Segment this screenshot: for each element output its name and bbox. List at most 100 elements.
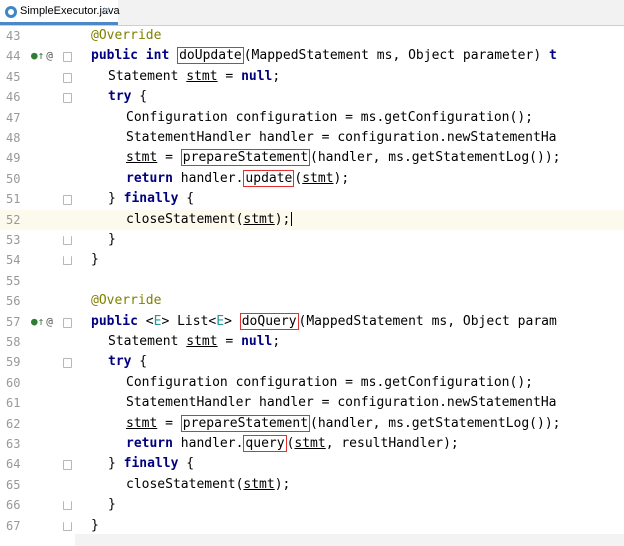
code-line[interactable]: 48 StatementHandler handler = configurati…	[0, 128, 624, 148]
horizontal-scrollbar[interactable]	[75, 534, 624, 546]
keyword: null	[241, 334, 273, 349]
line-number: 57	[6, 314, 21, 329]
code-line[interactable]: 49 stmt = prepareStatement (handler, ms.ge…	[0, 148, 624, 168]
line-number: 62	[6, 416, 21, 431]
code-line[interactable]: 66}	[0, 495, 624, 515]
line-number: 47	[6, 110, 21, 125]
code-line[interactable]: 59 try {	[0, 352, 624, 372]
code-text: @Override	[91, 28, 161, 44]
code-line[interactable]: 60 Configuration configuration = ms.getCo…	[0, 373, 624, 393]
keyword: int	[145, 48, 170, 64]
code-line[interactable]: 53}	[0, 230, 624, 250]
line-number: 46	[6, 90, 21, 105]
code-token: <	[137, 313, 154, 329]
code-token: }	[108, 232, 116, 247]
code-token: > List<	[161, 313, 217, 329]
code-token: stmt	[294, 436, 326, 451]
code-text: }	[91, 518, 99, 534]
keyword: public	[91, 48, 138, 64]
override-method-icon[interactable]: ●↑ @	[31, 49, 53, 63]
fold-marker-icon[interactable]	[63, 195, 72, 206]
fold-marker-icon[interactable]	[63, 72, 72, 83]
text-caret	[291, 212, 293, 227]
code-line[interactable]: 51} finally {	[0, 189, 624, 209]
code-text: public int doUpdate (MappedStatement ms, …	[91, 47, 557, 65]
line-number: 53	[6, 233, 21, 247]
code-line[interactable]: 47 Configuration configuration = ms.getCo…	[0, 108, 624, 128]
fold-marker-icon[interactable]	[63, 460, 72, 471]
code-token: stmt	[243, 211, 275, 227]
tab-simple-executor[interactable]: SimpleExecutor.java ×	[0, 0, 120, 25]
code-token: {	[178, 191, 195, 207]
code-token: Configuration configuration = ms.getConf…	[126, 374, 533, 390]
code-line[interactable]: 61 StatementHandler handler = configurati…	[0, 393, 624, 413]
highlighted-method: prepareStatement	[180, 149, 311, 167]
code-text: StatementHandler handler = configuration…	[126, 130, 556, 146]
code-text: }	[91, 252, 99, 268]
line-number: 67	[6, 518, 21, 533]
code-line[interactable]: 52 closeStatement(stmt);	[0, 209, 624, 230]
line-number: 54	[6, 253, 21, 268]
keyword: null	[241, 68, 273, 84]
code-token: ;	[272, 334, 281, 349]
code-text: return handler. update (stmt);	[126, 169, 349, 187]
code-line[interactable]: 57 ●↑ @ public <E> List<E> doQuery (MappedSt…	[0, 312, 624, 332]
code-line[interactable]: 50 return handler. update (stmt);	[0, 169, 624, 189]
fold-marker-icon[interactable]	[63, 501, 72, 511]
code-token: stmt	[186, 68, 218, 84]
code-line[interactable]: 54}	[0, 250, 624, 270]
code-text: Configuration configuration = ms.getConf…	[126, 110, 533, 126]
code-text: stmt = prepareStatement (handler, ms.getS…	[126, 414, 561, 432]
code-token: =	[217, 68, 242, 84]
override-method-icon[interactable]: ●↑ @	[31, 315, 53, 329]
code-line[interactable]: 56 @Override	[0, 291, 624, 311]
code-token: closeStatement(	[126, 476, 244, 492]
code-token: closeStatement(	[126, 211, 244, 227]
code-line[interactable]: 64} finally {	[0, 454, 624, 474]
line-number: 60	[6, 375, 21, 390]
code-text: }	[108, 232, 116, 248]
code-token: (handler, ms.getStatementLog());	[310, 150, 561, 166]
code-line[interactable]: 43 @Override	[0, 26, 624, 46]
line-number: 52	[6, 212, 21, 227]
code-token: stmt	[126, 415, 158, 431]
fold-marker-icon[interactable]	[63, 93, 72, 104]
line-number: 43	[6, 29, 21, 43]
code-token: stmt	[186, 334, 218, 349]
fold-marker-icon[interactable]	[63, 52, 72, 63]
keyword: try	[108, 89, 132, 105]
fold-marker-icon[interactable]	[63, 317, 72, 328]
code-line[interactable]: 63 return handler. query (stmt, resultHandl…	[0, 434, 624, 454]
code-line[interactable]: 58 Statement stmt = null;	[0, 332, 624, 352]
keyword: try	[108, 354, 132, 370]
code-token: handler.	[172, 170, 244, 186]
code-line[interactable]: 62 stmt = prepareStatement (handler, ms.ge…	[0, 414, 624, 434]
code-line[interactable]: 55	[0, 271, 624, 291]
code-text: closeStatement(stmt);	[126, 211, 293, 228]
code-line[interactable]: 44 ●↑ @ public int doUpdate (MappedStatement…	[0, 46, 624, 66]
code-line[interactable]: 65 closeStatement(stmt);	[0, 475, 624, 495]
highlighted-method: doQuery	[239, 312, 299, 330]
code-text: return handler. query (stmt, resultHandler…	[126, 435, 459, 452]
java-class-icon	[5, 6, 17, 18]
code-line[interactable]: 67}	[0, 516, 624, 536]
close-icon[interactable]: ×	[103, 3, 110, 17]
code-token: Configuration configuration = ms.getConf…	[126, 109, 533, 125]
code-token: =	[157, 415, 181, 431]
fold-marker-icon[interactable]	[63, 358, 72, 369]
fold-marker-icon[interactable]	[63, 521, 72, 531]
code-line[interactable]: 45 Statement stmt = null;	[0, 67, 624, 87]
code-token: StatementHandler handler = configuration…	[126, 130, 557, 145]
code-token: {	[178, 456, 195, 472]
code-editor[interactable]: 43 @Override 44 ●↑ @ public int doUpdate (Mapp…	[0, 26, 624, 546]
line-number: 56	[6, 294, 21, 309]
code-line[interactable]: 46 try {	[0, 87, 624, 107]
fold-marker-icon[interactable]	[63, 236, 72, 245]
keyword: return	[126, 170, 173, 186]
code-token: stmt	[126, 150, 158, 166]
annotation-icon: @	[46, 49, 53, 63]
code-token: >	[224, 313, 240, 329]
code-token: (handler, ms.getStatementLog());	[310, 415, 561, 431]
fold-marker-icon[interactable]	[63, 256, 72, 266]
